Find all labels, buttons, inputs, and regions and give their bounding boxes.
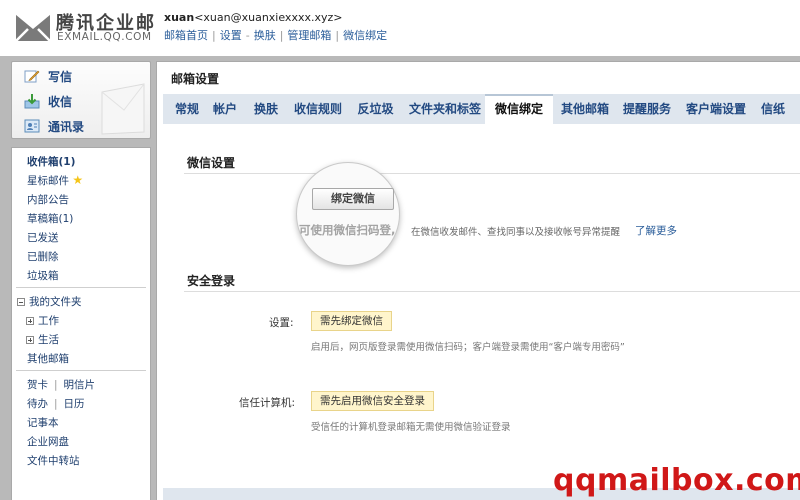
trusted-computer-hint: 受信任的计算机登录邮箱无需使用微信验证登录 — [311, 422, 511, 433]
logo-text-en: EXMAIL.QQ.COM — [57, 31, 152, 43]
link-admin[interactable]: 管理邮箱 — [287, 29, 331, 42]
link-calendar[interactable]: 日历 — [64, 398, 85, 410]
link-todo[interactable]: 待办 — [27, 398, 48, 410]
user-name: xuan — [164, 11, 195, 24]
tab-other-mailbox[interactable]: 其他邮箱 — [556, 94, 614, 124]
wechat-settings-title: 微信设置 — [187, 156, 236, 170]
enable-wechat-security-first-button[interactable]: 需先启用微信安全登录 — [311, 391, 434, 411]
link-separator: - — [245, 29, 250, 42]
tab-wechat-bind[interactable]: 微信绑定 — [485, 94, 553, 124]
magnifier-highlight — [296, 162, 400, 266]
link-enterprise-disk[interactable]: 企业网盘 — [27, 434, 69, 449]
contacts-label: 通讯录 — [48, 119, 85, 134]
quick-actions-panel: 写信 收信 通讯录 — [11, 61, 151, 139]
trusted-computer-label: 信任计算机: — [239, 397, 296, 409]
contacts-card-icon — [24, 119, 40, 133]
tab-folders-labels[interactable]: 文件夹和标签 — [403, 94, 487, 124]
security-login-title: 安全登录 — [187, 274, 236, 288]
folder-other-mailbox[interactable]: 其他邮箱 — [27, 351, 69, 366]
link-postcard[interactable]: 明信片 — [64, 379, 96, 391]
folder-spam[interactable]: 垃圾箱 — [27, 268, 59, 283]
my-folders-label: 我的文件夹 — [29, 296, 82, 308]
collapse-toggle-icon[interactable] — [17, 298, 25, 306]
folder-drafts[interactable]: 草稿箱(1) — [27, 211, 73, 226]
tab-reminder[interactable]: 提醒服务 — [618, 94, 676, 124]
link-notes[interactable]: 记事本 — [27, 415, 59, 430]
receive-label: 收信 — [48, 94, 73, 109]
folder-work[interactable]: 工作 — [26, 313, 59, 328]
bind-wechat-button[interactable]: 绑定微信 — [312, 188, 394, 210]
link-greeting-card[interactable]: 贺卡 — [27, 379, 48, 391]
link-separator: | — [212, 29, 216, 42]
inbox-download-icon — [24, 94, 40, 109]
wechat-desc: 在微信收发邮件、查找同事以及接收帐号异常提醒 — [411, 227, 621, 238]
watermark: qqmailbox.com — [553, 463, 800, 498]
envelope-decoration-icon — [101, 83, 145, 135]
tab-account[interactable]: 帐户 — [208, 94, 242, 124]
link-wechat-bind[interactable]: 微信绑定 — [343, 29, 387, 42]
link-file-transfer[interactable]: 文件中转站 — [27, 453, 80, 468]
settings-panel: 邮箱设置 常规 帐户 换肤 收信规则 反垃圾 文件夹和标签 微信绑定 其他邮箱 … — [156, 61, 800, 500]
folder-internal-notice[interactable]: 内部公告 — [27, 192, 69, 207]
tools-row-cards: 贺卡 | 明信片 — [27, 377, 95, 392]
user-identity: xuan<xuan@xuanxiexxxx.xyz> — [164, 11, 342, 24]
section-divider — [184, 173, 800, 174]
header: 腾讯企业邮 EXMAIL.QQ.COM xuan<xuan@xuanxiexxx… — [0, 0, 800, 56]
tab-general[interactable]: 常规 — [170, 94, 204, 124]
tab-client-settings[interactable]: 客户端设置 — [681, 94, 751, 124]
user-email: <xuan@xuanxiexxxx.xyz> — [194, 11, 343, 24]
tools-row-todo: 待办 | 日历 — [27, 396, 85, 411]
tab-skin[interactable]: 换肤 — [249, 94, 283, 124]
link-separator: | — [54, 398, 58, 410]
folder-deleted[interactable]: 已删除 — [27, 249, 59, 264]
folder-life-label: 生活 — [38, 334, 59, 346]
contacts-button[interactable]: 通讯录 — [24, 116, 84, 136]
pencil-icon — [24, 70, 40, 83]
bind-wechat-first-button[interactable]: 需先绑定微信 — [311, 311, 392, 331]
folder-inbox[interactable]: 收件箱(1) — [27, 154, 75, 169]
receive-button[interactable]: 收信 — [24, 91, 72, 111]
expand-toggle-icon[interactable] — [26, 317, 34, 325]
my-folders-header[interactable]: 我的文件夹 — [17, 294, 82, 309]
setting-hint: 启用后，网页版登录需使用微信扫码；客户端登录需使用“客户端专用密码” — [311, 342, 625, 353]
tab-mail-rules[interactable]: 收信规则 — [288, 94, 348, 124]
folder-divider — [16, 287, 146, 288]
folder-life[interactable]: 生活 — [26, 332, 59, 347]
link-separator: | — [54, 379, 58, 391]
section-divider — [184, 291, 800, 292]
compose-label: 写信 — [48, 69, 73, 84]
logo-mark-icon — [15, 11, 51, 42]
folder-list: 收件箱(1) 星标邮件 ★ 内部公告 草稿箱(1) 已发送 已删除 垃圾箱 我的… — [11, 147, 151, 500]
link-settings[interactable]: 设置 — [220, 29, 242, 42]
wechat-desc-highlight: 可使用微信扫码登, — [299, 223, 396, 237]
folder-starred-label: 星标邮件 — [27, 175, 69, 187]
folder-work-label: 工作 — [38, 315, 59, 327]
settings-tabs: 常规 帐户 换肤 收信规则 反垃圾 文件夹和标签 微信绑定 其他邮箱 提醒服务 … — [163, 94, 800, 124]
link-skin[interactable]: 换肤 — [254, 29, 276, 42]
page-title: 邮箱设置 — [171, 72, 220, 86]
compose-button[interactable]: 写信 — [24, 66, 72, 86]
user-links: 邮箱首页 | 设置 - 换肤 | 管理邮箱 | 微信绑定 — [164, 27, 387, 43]
tab-anti-spam[interactable]: 反垃圾 — [353, 94, 398, 124]
setting-label: 设置: — [269, 317, 294, 329]
folder-starred[interactable]: 星标邮件 ★ — [27, 173, 83, 188]
folder-divider — [16, 370, 146, 371]
expand-toggle-icon[interactable] — [26, 336, 34, 344]
folder-sent[interactable]: 已发送 — [27, 230, 59, 245]
logo[interactable]: 腾讯企业邮 EXMAIL.QQ.COM — [14, 9, 159, 45]
learn-more-link[interactable]: 了解更多 — [635, 223, 677, 238]
tab-stationery[interactable]: 信纸 — [756, 94, 790, 124]
star-icon: ★ — [72, 173, 84, 187]
link-mail-home[interactable]: 邮箱首页 — [164, 29, 208, 42]
link-separator: | — [279, 29, 284, 42]
link-separator: | — [335, 29, 340, 42]
